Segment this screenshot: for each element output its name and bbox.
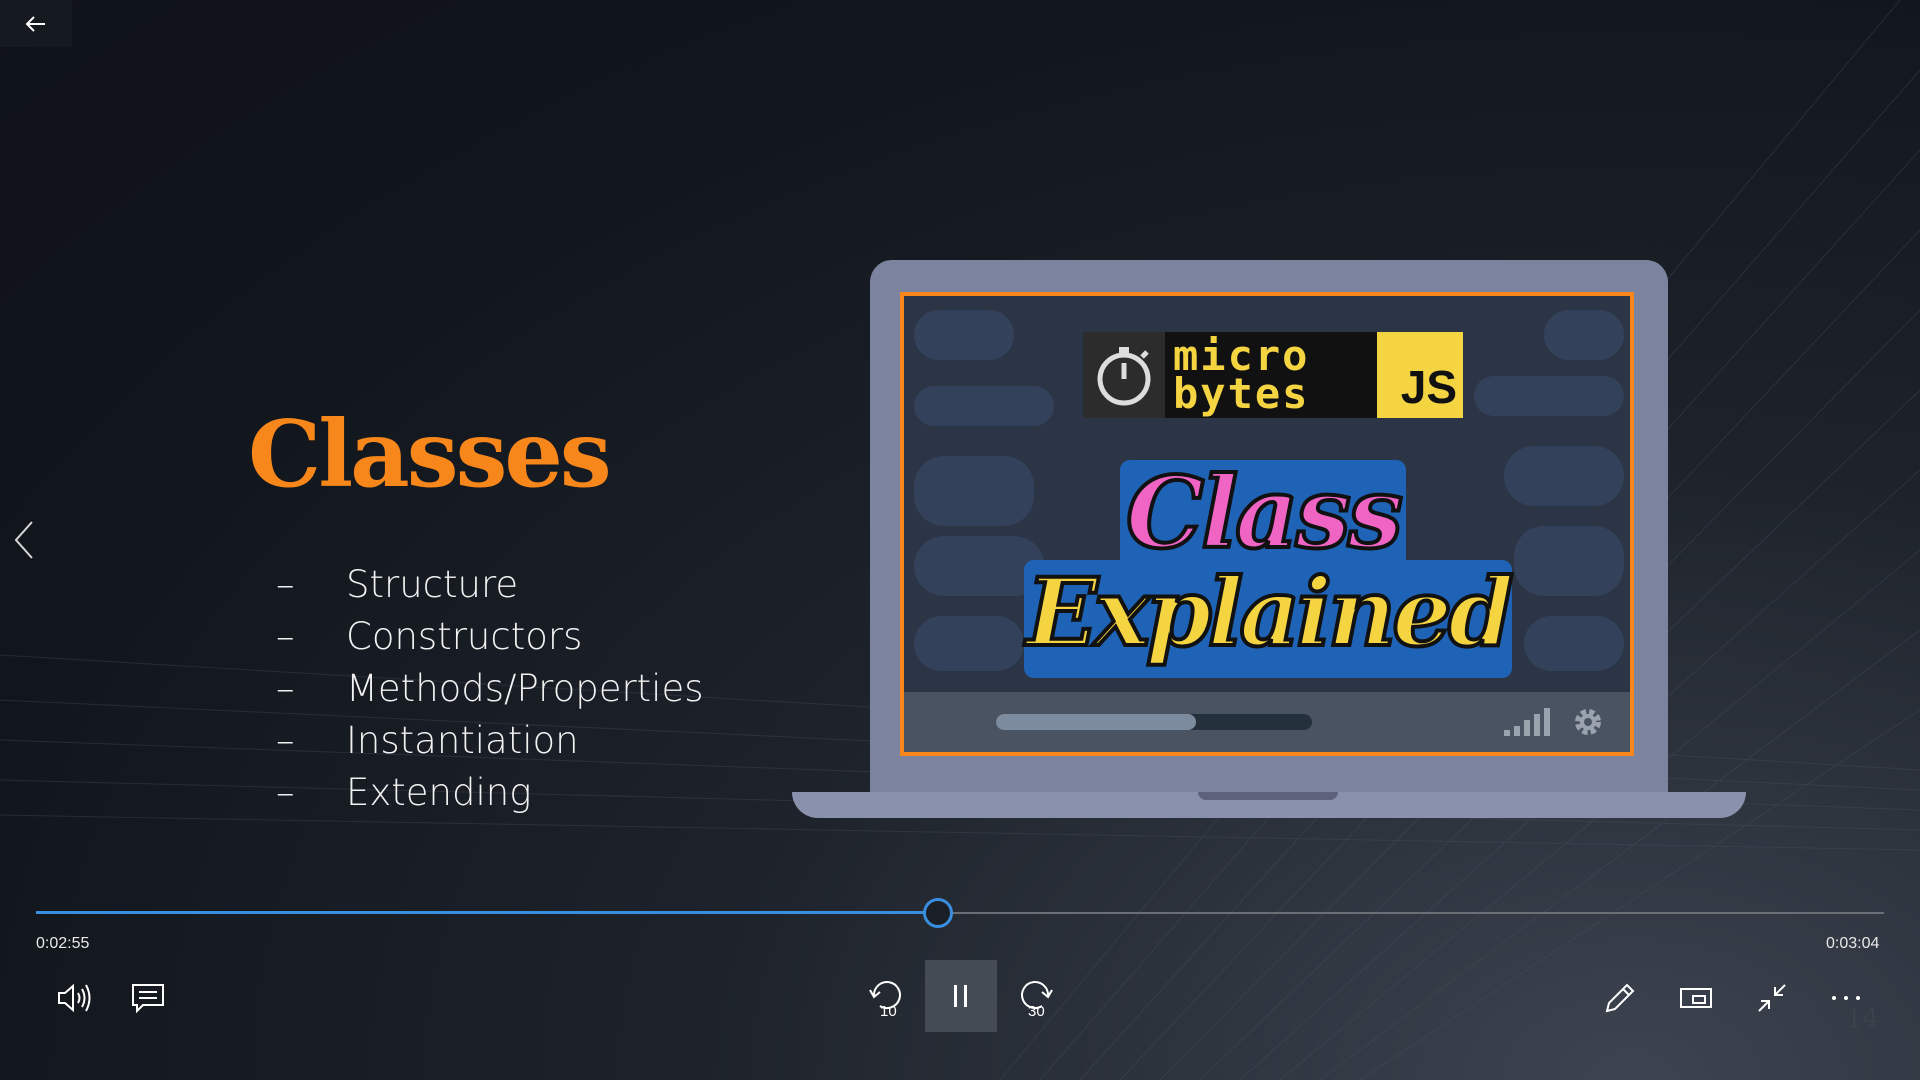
bullet-text: Structure	[346, 562, 519, 606]
decor-shape	[914, 310, 1014, 360]
thumbnail-headline-1: Class	[1124, 454, 1405, 573]
decor-shape	[1504, 446, 1624, 506]
decor-shape	[914, 616, 1024, 671]
mini-view-icon	[1680, 988, 1712, 1008]
list-item: – Constructors	[276, 610, 704, 662]
bullet-text: Methods/Properties	[346, 666, 704, 710]
thumbnail-headline-2: Explained	[1024, 556, 1516, 670]
decor-shape	[1514, 526, 1624, 596]
volume-icon	[58, 983, 91, 1013]
thumbnail-progress-fill	[996, 714, 1196, 730]
laptop-notch	[1198, 792, 1338, 800]
pause-icon	[954, 985, 967, 1007]
list-item: – Extending	[276, 766, 704, 818]
bullet-marker: –	[276, 562, 295, 606]
back-arrow-icon	[25, 15, 45, 32]
decor-shape	[914, 386, 1054, 426]
skip-back-label: 10	[880, 1003, 897, 1018]
bullet-text: Instantiation	[346, 718, 579, 762]
previous-slide-chevron-left-icon[interactable]	[12, 520, 36, 560]
decor-shape	[1544, 310, 1624, 360]
bullet-marker: –	[276, 718, 295, 762]
bullet-text: Extending	[346, 770, 532, 814]
skip-forward-label: 30	[1028, 1003, 1045, 1018]
microbytes-logo: micro bytes JS	[1083, 332, 1463, 418]
seek-thumb[interactable]	[922, 898, 953, 928]
stopwatch-icon	[1083, 332, 1165, 418]
logo-js: JS	[1377, 332, 1463, 418]
signal-bars-icon	[1504, 708, 1550, 736]
bullet-marker: –	[276, 614, 295, 658]
slide-title: Classes	[248, 400, 612, 508]
pen-icon	[1605, 983, 1635, 1013]
volume-button[interactable]	[50, 974, 98, 1022]
exit-fullscreen-icon	[1758, 984, 1786, 1012]
decor-shape	[1474, 376, 1624, 416]
skip-back-10-icon: 10	[869, 981, 901, 1018]
more-icon	[1832, 996, 1860, 1000]
logo-line2: bytes	[1173, 369, 1310, 418]
captions-button[interactable]	[124, 974, 172, 1022]
thumbnail-progress-track	[996, 714, 1312, 730]
decor-shape	[914, 456, 1034, 526]
list-item: – Structure	[276, 558, 704, 610]
captions-icon	[132, 984, 164, 1013]
current-time: 0:02:55	[36, 935, 90, 952]
seek-bar[interactable]	[36, 898, 1884, 928]
thumbnail-player-bar	[904, 692, 1630, 752]
annotate-button[interactable]	[1596, 974, 1644, 1022]
list-item: – Methods/Properties	[276, 662, 704, 714]
exit-fullscreen-button[interactable]	[1748, 974, 1796, 1022]
gear-icon	[1575, 709, 1601, 735]
decor-shape	[1524, 616, 1624, 671]
skip-forward-30-icon: 30	[1021, 981, 1053, 1018]
video-thumbnail: micro bytes JS Class Explained	[900, 292, 1634, 756]
slide-number: 14	[1846, 1004, 1880, 1034]
bullet-marker: –	[276, 666, 295, 710]
skip-back-button[interactable]: 10	[862, 974, 910, 1022]
pause-button[interactable]	[925, 960, 997, 1032]
bullet-text: Constructors	[346, 614, 583, 658]
back-button[interactable]	[0, 0, 72, 47]
total-time: 0:03:04	[1826, 935, 1880, 952]
bullet-marker: –	[276, 770, 295, 814]
list-item: – Instantiation	[276, 714, 704, 766]
mini-view-button[interactable]	[1672, 974, 1720, 1022]
skip-forward-button[interactable]: 30	[1012, 974, 1060, 1022]
logo-wordmark: micro bytes	[1165, 332, 1377, 418]
bullet-list: – Structure – Constructors – Methods/Proper…	[276, 558, 704, 818]
seek-bar-progress	[36, 911, 936, 914]
